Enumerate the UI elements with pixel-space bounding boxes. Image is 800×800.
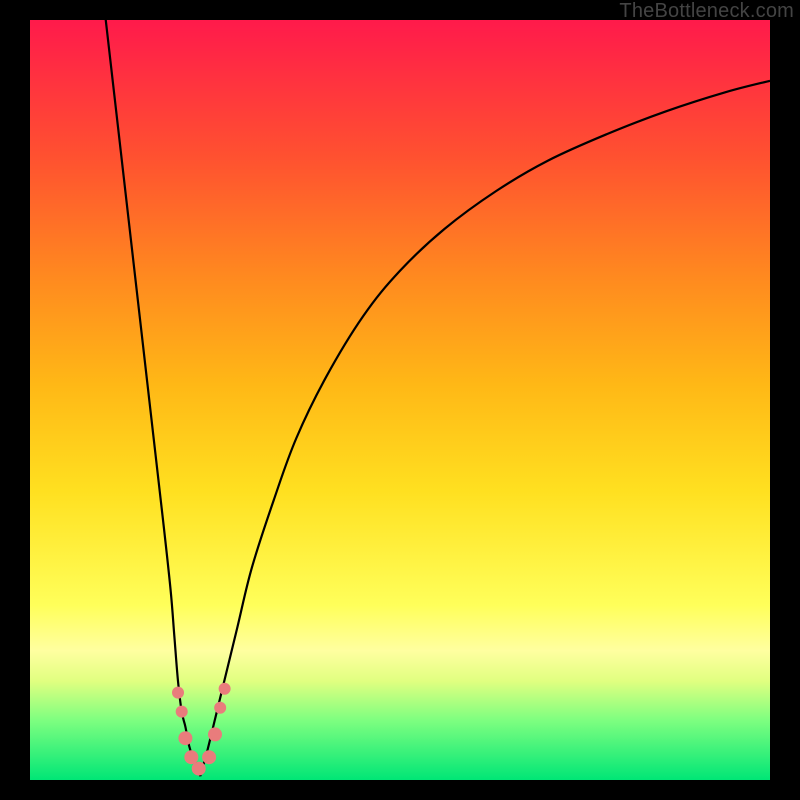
marker-dot <box>176 706 188 718</box>
marker-dot <box>172 687 184 699</box>
marker-dot <box>208 727 222 741</box>
chart-frame: TheBottleneck.com <box>0 0 800 800</box>
curve-left-branch <box>104 5 200 776</box>
marker-dot <box>202 750 216 764</box>
marker-dot <box>192 762 206 776</box>
marker-dot <box>214 702 226 714</box>
plot-area <box>30 20 770 780</box>
curve-right-branch <box>200 81 770 776</box>
marker-dot <box>178 731 192 745</box>
valley-markers <box>172 683 231 776</box>
marker-dot <box>219 683 231 695</box>
curve-layer <box>30 20 770 780</box>
watermark-text: TheBottleneck.com <box>619 0 794 23</box>
